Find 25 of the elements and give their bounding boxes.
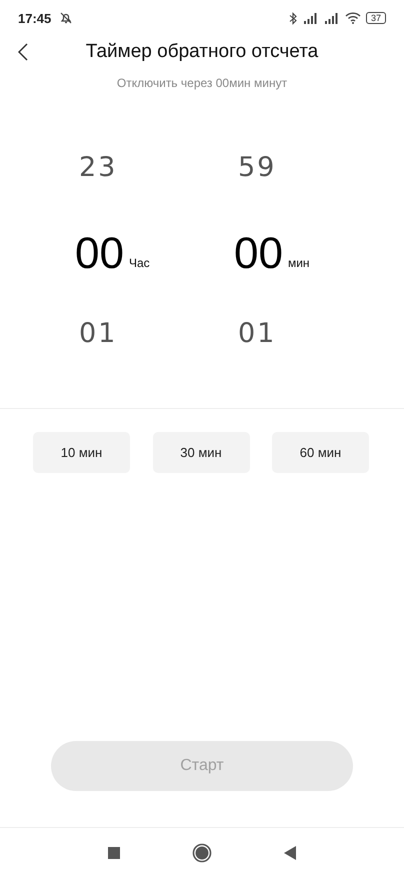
status-time: 17:45 — [18, 10, 52, 26]
recents-icon[interactable] — [108, 846, 120, 858]
bluetooth-icon — [288, 12, 298, 24]
timer-summary: Отключить через 00мин минут — [116, 76, 288, 90]
preset-button[interactable]: 10 мин — [33, 432, 130, 473]
picker-option[interactable]: 01 — [79, 318, 118, 358]
wifi-icon — [344, 12, 361, 24]
signal-icon — [302, 12, 319, 24]
alarm-off-icon — [59, 11, 74, 25]
picker-option[interactable]: 01 — [238, 318, 276, 358]
picker-option[interactable]: 23 — [79, 152, 118, 192]
picker-value[interactable]: 00 — [234, 230, 283, 278]
back-icon — [18, 43, 28, 61]
preset-button[interactable]: 60 мин — [272, 432, 369, 473]
back-icon[interactable] — [284, 846, 296, 860]
home-icon[interactable] — [192, 842, 212, 862]
picker-value[interactable]: 00 — [75, 230, 124, 278]
unit-label: Час — [128, 256, 150, 270]
signal-icon — [324, 12, 340, 24]
battery-level: 37 — [366, 12, 386, 24]
screen-title: Таймер обратного отсчета — [86, 41, 318, 63]
unit-label: мин — [288, 256, 310, 270]
picker-option[interactable]: 59 — [238, 152, 276, 192]
preset-button[interactable]: 30 мин — [152, 432, 250, 473]
back-button[interactable] — [18, 43, 28, 61]
